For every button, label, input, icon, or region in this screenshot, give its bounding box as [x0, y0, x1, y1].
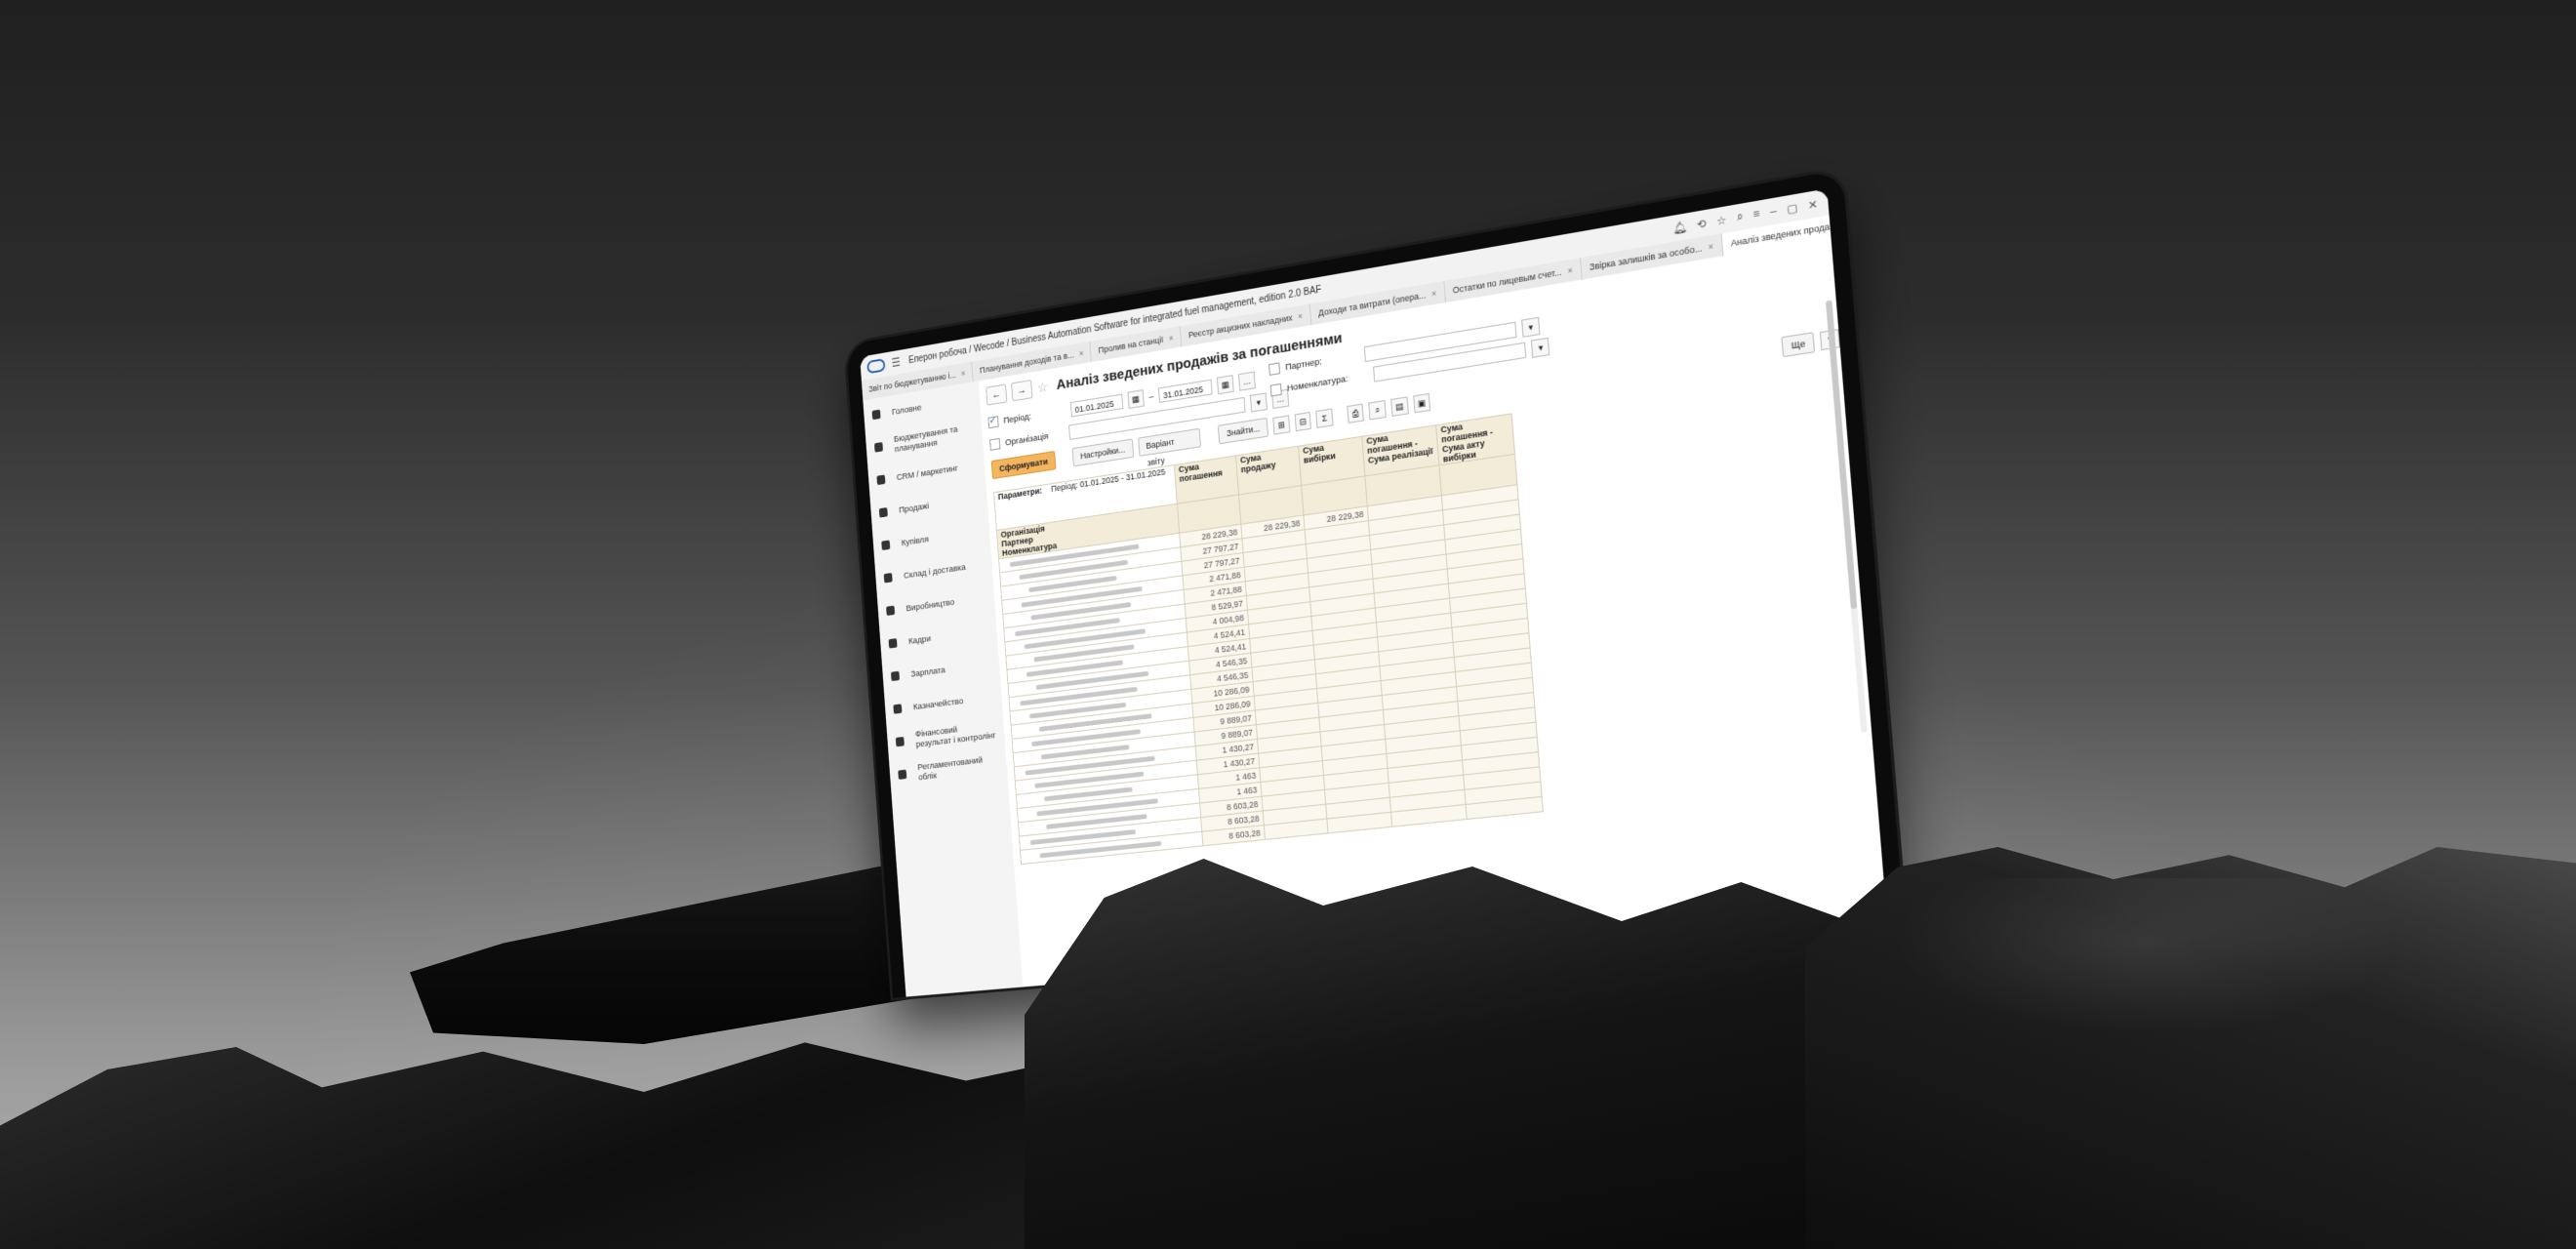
tab-close-icon[interactable]: × [1297, 305, 1304, 327]
preview-icon[interactable]: ⌕ [1368, 399, 1387, 421]
date-from-field[interactable]: 01.01.2025 [1069, 393, 1124, 418]
sidebar-item-label: Купівля [901, 534, 930, 548]
nomenclature-checkbox[interactable] [1269, 383, 1282, 397]
rock-highlight [1893, 878, 2400, 1034]
export-icon[interactable]: ▣ [1412, 392, 1431, 414]
sidebar-item-label: Головне [891, 402, 922, 418]
coin-icon [893, 704, 903, 714]
partner-label: Партнер: [1284, 355, 1323, 373]
tab-close-icon[interactable]: × [1168, 328, 1174, 349]
tab-close-icon[interactable]: × [1708, 235, 1714, 259]
finance-icon [895, 736, 905, 747]
period-choose-button[interactable]: … [1238, 371, 1256, 391]
maximize-icon[interactable]: ▢ [1787, 201, 1798, 216]
period-checkbox[interactable] [987, 416, 999, 429]
partner-dropdown-icon[interactable]: ▾ [1521, 316, 1541, 338]
wallet-icon [890, 670, 901, 682]
save-icon[interactable]: ▤ [1390, 396, 1409, 417]
sidebar-item-label: Регламентований облік [917, 754, 984, 784]
search-icon[interactable]: ⌕ [1736, 210, 1744, 224]
sidebar-item-label: Виробництво [906, 596, 955, 614]
app-logo [866, 358, 886, 375]
favorite-star-icon[interactable]: ☆ [1036, 379, 1048, 396]
tab-close-icon[interactable]: × [1567, 260, 1574, 282]
pie-icon [876, 474, 886, 486]
sidebar-item-label: CRM / маркетинг [896, 463, 959, 483]
generate-button[interactable]: Сформувати [990, 451, 1057, 480]
settings-icon[interactable]: ≡ [1752, 207, 1760, 222]
organization-checkbox[interactable] [989, 437, 1001, 451]
tab-close-icon[interactable]: × [1078, 342, 1084, 364]
tab-close-icon[interactable]: × [960, 363, 966, 383]
list-icon [871, 409, 881, 421]
date-to-field[interactable]: 31.01.2025 [1157, 379, 1213, 403]
calendar-to-icon[interactable]: ▦ [1216, 375, 1234, 395]
params-label: Параметри: [997, 485, 1043, 503]
sum-icon[interactable]: Σ [1315, 408, 1334, 428]
cart-icon [881, 540, 891, 551]
history-icon[interactable]: ⟲ [1697, 217, 1708, 231]
sidebar-item-label: Фінансовий результат і контролінг [914, 724, 996, 750]
expand-icon[interactable]: ⊞ [1272, 415, 1291, 435]
minimize-icon[interactable]: – [1770, 204, 1778, 219]
organization-dropdown-icon[interactable]: ▾ [1249, 392, 1268, 413]
report-table: Параметри: Період: 01.01.2025 - 31.01.20… [993, 413, 1544, 865]
sidebar-item-label: Зарплата [910, 665, 946, 680]
period-label: Період: [1003, 411, 1032, 426]
print-icon[interactable]: ⎙ [1347, 403, 1365, 423]
collapse-icon[interactable]: ⊟ [1294, 411, 1312, 432]
person-icon [888, 638, 898, 649]
forward-button[interactable]: → [1011, 380, 1033, 402]
report-table-area: Параметри: Період: 01.01.2025 - 31.01.20… [993, 413, 1544, 865]
grid-icon [883, 573, 893, 584]
menu-icon[interactable]: ☰ [891, 355, 901, 370]
more-button[interactable]: Ще [1781, 332, 1816, 358]
sidebar-item-label: Склад і доставка [903, 561, 966, 582]
bag-icon [878, 506, 888, 518]
tab-close-icon[interactable]: × [1430, 282, 1437, 304]
star-icon[interactable]: ☆ [1716, 213, 1727, 227]
sidebar-item-label: Казначейство [912, 695, 964, 712]
nomenclature-label: Номенклатура: [1286, 373, 1348, 394]
back-button[interactable]: ← [986, 383, 1008, 406]
calendar-from-icon[interactable]: ▦ [1127, 389, 1145, 410]
organization-label: Організація [1004, 430, 1049, 448]
doc-icon [898, 769, 907, 780]
sidebar-item-label: Продажі [898, 501, 930, 515]
report-variant-button[interactable]: Варіант звіту [1137, 427, 1202, 467]
params-value: Період: 01.01.2025 - 31.01.2025 [1050, 466, 1166, 494]
date-separator: – [1147, 390, 1154, 403]
nomenclature-dropdown-icon[interactable]: ▾ [1531, 337, 1550, 358]
sidebar-item-label: Кадри [907, 633, 932, 647]
scrollbar-thumb[interactable] [1825, 300, 1858, 610]
find-button[interactable]: Знайти... [1218, 417, 1269, 445]
chart-icon [873, 442, 884, 453]
partner-checkbox[interactable] [1268, 362, 1281, 376]
close-icon[interactable]: ✕ [1807, 197, 1818, 212]
factory-icon [886, 605, 896, 617]
settings-button[interactable]: Настройки... [1071, 438, 1134, 467]
bell-icon[interactable]: 🔔︎ [1672, 220, 1687, 235]
